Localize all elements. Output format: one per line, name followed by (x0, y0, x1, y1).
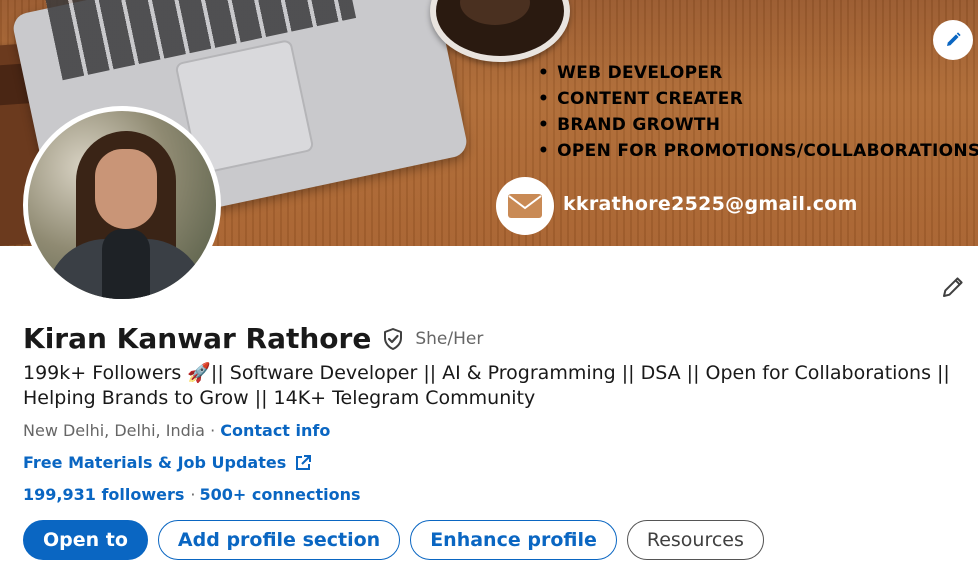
external-link[interactable]: Free Materials & Job Updates (23, 453, 312, 472)
shield-check-icon[interactable] (381, 327, 405, 351)
location-separator: · (204, 421, 221, 440)
banner-bullet: CONTENT CREATER (538, 86, 978, 112)
profile-actions: Open to Add profile section Enhance prof… (23, 520, 764, 560)
enhance-profile-button[interactable]: Enhance profile (410, 520, 617, 560)
followers-count[interactable]: 199,931 followers (23, 485, 184, 504)
banner-bullet: OPEN FOR PROMOTIONS/COLLABORATIONS (538, 138, 978, 164)
open-to-button[interactable]: Open to (23, 520, 148, 560)
envelope-icon (496, 177, 554, 235)
edit-banner-button[interactable] (933, 20, 973, 60)
banner-bullet: WEB DEVELOPER (538, 60, 978, 86)
avatar[interactable] (23, 106, 221, 304)
contact-info-link[interactable]: Contact info (220, 421, 330, 440)
location-text: New Delhi, Delhi, India (23, 421, 205, 440)
avatar-face (95, 149, 157, 229)
external-link-icon (296, 454, 312, 470)
location-row: New Delhi, Delhi, India · Contact info (23, 421, 330, 440)
profile-name: Kiran Kanwar Rathore (23, 322, 372, 355)
pencil-icon (943, 277, 963, 297)
banner-bullet-list: WEB DEVELOPER CONTENT CREATER BRAND GROW… (538, 60, 978, 164)
stats-row: 199,931 followers · 500+ connections (23, 485, 361, 504)
stats-separator: · (190, 485, 196, 504)
banner-email: kkrathore2525@gmail.com (563, 193, 858, 215)
add-profile-section-button[interactable]: Add profile section (157, 520, 401, 560)
edit-profile-button[interactable] (938, 272, 968, 302)
avatar-sweater (102, 229, 150, 299)
pronouns: She/Her (415, 328, 484, 349)
resources-button[interactable]: Resources (626, 520, 764, 560)
external-link-label: Free Materials & Job Updates (23, 453, 287, 472)
pencil-icon (947, 32, 961, 46)
name-row: Kiran Kanwar Rathore She/Her (23, 322, 483, 355)
connections-count[interactable]: 500+ connections (200, 485, 361, 504)
banner-bullet: BRAND GROWTH (538, 112, 978, 138)
profile-headline: 199k+ Followers 🚀|| Software Developer |… (23, 362, 950, 409)
